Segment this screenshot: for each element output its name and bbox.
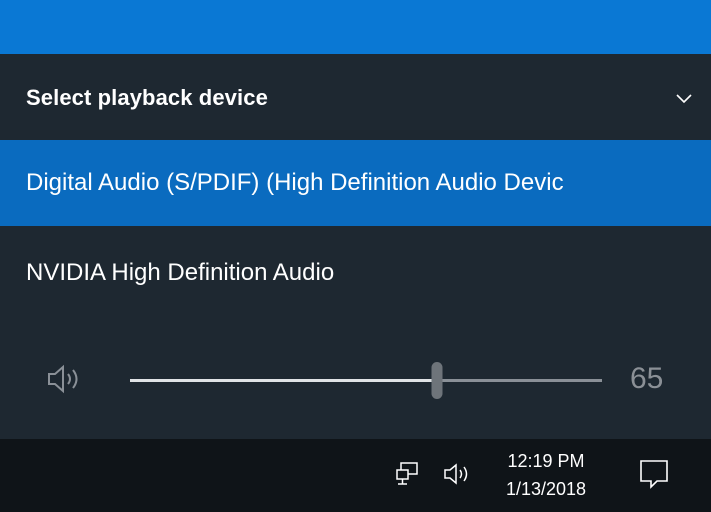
window-top-strip	[0, 0, 711, 54]
volume-value: 65	[630, 362, 664, 395]
taskbar-clock[interactable]: 12:19 PM 1/13/2018	[495, 447, 597, 503]
volume-slider-fill	[130, 379, 437, 382]
clock-time: 12:19 PM	[507, 451, 585, 471]
device-selector-header[interactable]: Select playback device	[0, 54, 711, 140]
chevron-down-icon[interactable]	[675, 92, 693, 104]
speaker-icon[interactable]	[45, 362, 85, 396]
device-item-digital-audio[interactable]: Digital Audio (S/PDIF) (High Definition …	[0, 140, 711, 226]
device-label: Digital Audio (S/PDIF) (High Definition …	[26, 169, 564, 196]
device-item-nvidia-audio[interactable]: NVIDIA High Definition Audio	[0, 230, 711, 316]
volume-slider[interactable]	[130, 362, 602, 399]
clock-date: 1/13/2018	[505, 479, 587, 499]
speaker-icon[interactable]	[443, 463, 479, 485]
screenshot-frame: Select playback device Digital Audio (S/…	[0, 0, 711, 512]
volume-row: 65	[0, 344, 711, 414]
action-center-icon[interactable]	[637, 457, 671, 491]
network-icon[interactable]	[395, 461, 421, 487]
device-label: NVIDIA High Definition Audio	[26, 259, 335, 286]
flyout-title: Select playback device	[26, 85, 268, 110]
taskbar: 12:19 PM 1/13/2018	[0, 439, 711, 512]
playback-device-flyout: Select playback device Digital Audio (S/…	[0, 54, 711, 439]
volume-slider-thumb[interactable]	[431, 362, 443, 399]
